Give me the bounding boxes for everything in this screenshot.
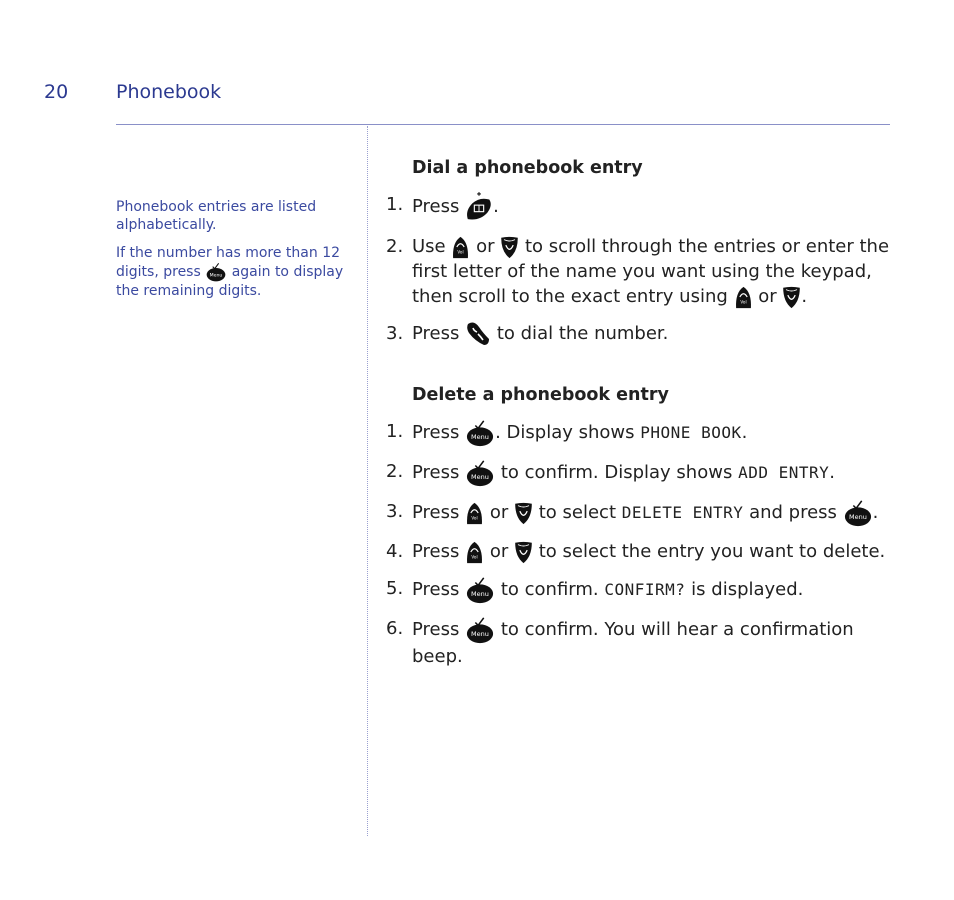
delete-step-1: 1. Press . Display shows PHONE BOOK. [386, 419, 906, 447]
display-text: CONFIRM? [604, 580, 686, 599]
note-more-digits: If the number has more than 12 digits, p… [116, 245, 344, 299]
menu-icon [465, 459, 495, 487]
dial-step-2: 2. Use or to scroll through the entries … [386, 235, 890, 309]
menu-icon [465, 419, 495, 447]
header-rule [116, 124, 890, 125]
delete-step-3: 3. Press or to select DELETE ENTRY and p… [386, 499, 906, 527]
delete-step-5: 5. Press to confirm. CONFIRM? is display… [386, 576, 906, 604]
scroll-down-icon [782, 285, 801, 309]
menu-icon [465, 576, 495, 604]
dial-step-3: 3. Press to dial the number. [386, 321, 906, 347]
scroll-up-icon [465, 540, 484, 564]
heading-dial-entry: Dial a phonebook entry [412, 158, 643, 178]
section-title: Phonebook [116, 81, 222, 103]
scroll-down-icon [514, 540, 533, 564]
scroll-up-icon [465, 501, 484, 525]
menu-icon [205, 262, 227, 282]
scroll-down-icon [500, 235, 519, 259]
menu-icon [843, 499, 873, 527]
heading-delete-entry: Delete a phonebook entry [412, 385, 669, 405]
page-number: 20 [44, 81, 69, 103]
display-text: DELETE ENTRY [621, 503, 744, 522]
delete-step-6: 6. Press to confirm. You will hear a con… [386, 616, 854, 667]
delete-step-4: 4. Press or to select the entry you want… [386, 540, 886, 564]
display-text: ADD ENTRY [738, 463, 830, 482]
main-content: Dial a phonebook entry 1. Press . 2. Use… [386, 156, 906, 669]
note-alphabetical: Phonebook entries are listed alphabetica… [116, 199, 317, 233]
phonebook-icon [465, 192, 493, 222]
sidebar-notes: Phonebook entries are listed alphabetica… [116, 198, 344, 310]
scroll-up-icon [451, 235, 470, 259]
display-text: PHONE BOOK [640, 423, 742, 442]
scroll-down-icon [514, 501, 533, 525]
column-divider [367, 126, 368, 836]
delete-step-2: 2. Press to confirm. Display shows ADD E… [386, 459, 906, 487]
scroll-up-icon [734, 285, 753, 309]
menu-icon [465, 616, 495, 644]
call-icon [465, 321, 491, 347]
dial-step-1: 1. Press . [386, 192, 906, 222]
